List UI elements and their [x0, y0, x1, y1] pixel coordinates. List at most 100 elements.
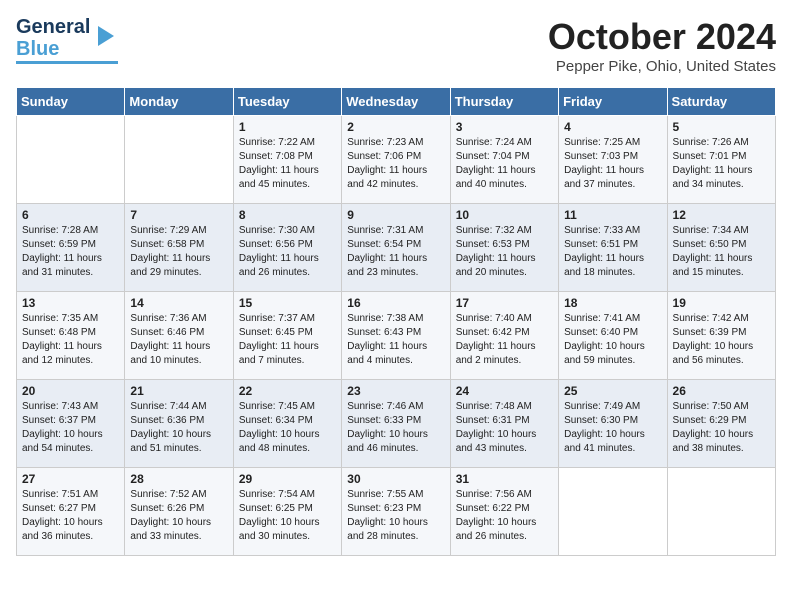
- calendar-cell: 8 Sunrise: 7:30 AM Sunset: 6:56 PM Daylig…: [233, 204, 341, 292]
- calendar-cell: 23 Sunrise: 7:46 AM Sunset: 6:33 PM Dayli…: [342, 380, 450, 468]
- day-number: 16: [347, 296, 444, 310]
- day-info: Sunrise: 7:23 AM Sunset: 7:06 PM Dayligh…: [347, 136, 444, 192]
- calendar-cell: 21 Sunrise: 7:44 AM Sunset: 6:36 PM Dayli…: [125, 380, 233, 468]
- calendar-cell: 24 Sunrise: 7:48 AM Sunset: 6:31 PM Dayli…: [450, 380, 558, 468]
- calendar-cell: 19Sunrise: 7:42 AM Sunset: 6:39 PM Dayli…: [667, 292, 775, 380]
- day-info: Sunrise: 7:43 AM Sunset: 6:37 PM Dayligh…: [22, 400, 119, 456]
- week-row-1: 1Sunrise: 7:22 AM Sunset: 7:08 PM Daylig…: [17, 116, 776, 204]
- day-info: Sunrise: 7:45 AM Sunset: 6:34 PM Dayligh…: [239, 400, 336, 456]
- day-number: 13: [22, 296, 119, 310]
- day-info: Sunrise: 7:49 AM Sunset: 6:30 PM Dayligh…: [564, 400, 661, 456]
- day-number: 12: [673, 208, 770, 222]
- calendar-cell: 17 Sunrise: 7:40 AM Sunset: 6:42 PM Dayli…: [450, 292, 558, 380]
- day-info: Sunrise: 7:34 AM Sunset: 6:50 PM Dayligh…: [673, 224, 770, 280]
- day-number: 3: [456, 120, 553, 134]
- calendar-cell: [17, 116, 125, 204]
- day-number: 29: [239, 472, 336, 486]
- calendar-cell: 26 Sunrise: 7:50 AM Sunset: 6:29 PM Dayli…: [667, 380, 775, 468]
- month-title: October 2024: [548, 16, 776, 58]
- day-header-monday: Monday: [125, 88, 233, 116]
- day-number: 6: [22, 208, 119, 222]
- day-info: Sunrise: 7:54 AM Sunset: 6:25 PM Dayligh…: [239, 488, 336, 544]
- day-info: Sunrise: 7:22 AM Sunset: 7:08 PM Dayligh…: [239, 136, 336, 192]
- calendar-cell: 18 Sunrise: 7:41 AM Sunset: 6:40 PM Dayli…: [559, 292, 667, 380]
- day-header-wednesday: Wednesday: [342, 88, 450, 116]
- calendar-cell: 5Sunrise: 7:26 AM Sunset: 7:01 PM Daylig…: [667, 116, 775, 204]
- calendar-cell: 6 Sunrise: 7:28 AM Sunset: 6:59 PM Daylig…: [17, 204, 125, 292]
- day-info: Sunrise: 7:38 AM Sunset: 6:43 PM Dayligh…: [347, 312, 444, 368]
- day-info: Sunrise: 7:52 AM Sunset: 6:26 PM Dayligh…: [130, 488, 227, 544]
- day-number: 25: [564, 384, 661, 398]
- calendar-cell: 15Sunrise: 7:37 AM Sunset: 6:45 PM Dayli…: [233, 292, 341, 380]
- day-info: Sunrise: 7:24 AM Sunset: 7:04 PM Dayligh…: [456, 136, 553, 192]
- day-number: 4: [564, 120, 661, 134]
- day-number: 8: [239, 208, 336, 222]
- day-info: Sunrise: 7:31 AM Sunset: 6:54 PM Dayligh…: [347, 224, 444, 280]
- day-number: 28: [130, 472, 227, 486]
- day-number: 26: [673, 384, 770, 398]
- day-info: Sunrise: 7:41 AM Sunset: 6:40 PM Dayligh…: [564, 312, 661, 368]
- day-info: Sunrise: 7:29 AM Sunset: 6:58 PM Dayligh…: [130, 224, 227, 280]
- calendar-cell: 11 Sunrise: 7:33 AM Sunset: 6:51 PM Dayli…: [559, 204, 667, 292]
- calendar-cell: 25 Sunrise: 7:49 AM Sunset: 6:30 PM Dayli…: [559, 380, 667, 468]
- calendar-cell: [667, 468, 775, 556]
- calendar-cell: 10 Sunrise: 7:32 AM Sunset: 6:53 PM Dayli…: [450, 204, 558, 292]
- day-info: Sunrise: 7:25 AM Sunset: 7:03 PM Dayligh…: [564, 136, 661, 192]
- day-number: 24: [456, 384, 553, 398]
- calendar-cell: 28 Sunrise: 7:52 AM Sunset: 6:26 PM Dayli…: [125, 468, 233, 556]
- day-info: Sunrise: 7:42 AM Sunset: 6:39 PM Dayligh…: [673, 312, 770, 368]
- calendar-cell: 7Sunrise: 7:29 AM Sunset: 6:58 PM Daylig…: [125, 204, 233, 292]
- day-info: Sunrise: 7:55 AM Sunset: 6:23 PM Dayligh…: [347, 488, 444, 544]
- calendar-cell: 13 Sunrise: 7:35 AM Sunset: 6:48 PM Dayli…: [17, 292, 125, 380]
- day-number: 14: [130, 296, 227, 310]
- day-header-sunday: Sunday: [17, 88, 125, 116]
- day-info: Sunrise: 7:40 AM Sunset: 6:42 PM Dayligh…: [456, 312, 553, 368]
- day-number: 10: [456, 208, 553, 222]
- day-info: Sunrise: 7:32 AM Sunset: 6:53 PM Dayligh…: [456, 224, 553, 280]
- calendar-cell: 4 Sunrise: 7:25 AM Sunset: 7:03 PM Daylig…: [559, 116, 667, 204]
- day-info: Sunrise: 7:46 AM Sunset: 6:33 PM Dayligh…: [347, 400, 444, 456]
- header-row: SundayMondayTuesdayWednesdayThursdayFrid…: [17, 88, 776, 116]
- day-number: 15: [239, 296, 336, 310]
- day-info: Sunrise: 7:44 AM Sunset: 6:36 PM Dayligh…: [130, 400, 227, 456]
- day-info: Sunrise: 7:28 AM Sunset: 6:59 PM Dayligh…: [22, 224, 119, 280]
- day-number: 20: [22, 384, 119, 398]
- calendar-cell: 22Sunrise: 7:45 AM Sunset: 6:34 PM Dayli…: [233, 380, 341, 468]
- calendar-cell: 30 Sunrise: 7:55 AM Sunset: 6:23 PM Dayli…: [342, 468, 450, 556]
- day-info: Sunrise: 7:51 AM Sunset: 6:27 PM Dayligh…: [22, 488, 119, 544]
- day-number: 21: [130, 384, 227, 398]
- day-number: 31: [456, 472, 553, 486]
- calendar-cell: 31 Sunrise: 7:56 AM Sunset: 6:22 PM Dayli…: [450, 468, 558, 556]
- calendar-cell: 12 Sunrise: 7:34 AM Sunset: 6:50 PM Dayli…: [667, 204, 775, 292]
- day-info: Sunrise: 7:48 AM Sunset: 6:31 PM Dayligh…: [456, 400, 553, 456]
- day-number: 11: [564, 208, 661, 222]
- calendar-cell: [559, 468, 667, 556]
- logo-text: General Blue: [16, 16, 90, 60]
- calendar-cell: 9Sunrise: 7:31 AM Sunset: 6:54 PM Daylig…: [342, 204, 450, 292]
- week-row-5: 27Sunrise: 7:51 AM Sunset: 6:27 PM Dayli…: [17, 468, 776, 556]
- calendar-cell: 27Sunrise: 7:51 AM Sunset: 6:27 PM Dayli…: [17, 468, 125, 556]
- day-number: 17: [456, 296, 553, 310]
- day-info: Sunrise: 7:33 AM Sunset: 6:51 PM Dayligh…: [564, 224, 661, 280]
- calendar-cell: 3 Sunrise: 7:24 AM Sunset: 7:04 PM Daylig…: [450, 116, 558, 204]
- calendar-cell: 14Sunrise: 7:36 AM Sunset: 6:46 PM Dayli…: [125, 292, 233, 380]
- week-row-3: 13 Sunrise: 7:35 AM Sunset: 6:48 PM Dayli…: [17, 292, 776, 380]
- calendar-cell: 2 Sunrise: 7:23 AM Sunset: 7:06 PM Daylig…: [342, 116, 450, 204]
- logo-icon: [94, 22, 118, 55]
- day-info: Sunrise: 7:30 AM Sunset: 6:56 PM Dayligh…: [239, 224, 336, 280]
- calendar-cell: [125, 116, 233, 204]
- day-header-thursday: Thursday: [450, 88, 558, 116]
- day-header-tuesday: Tuesday: [233, 88, 341, 116]
- logo-underline: [16, 61, 118, 64]
- day-number: 18: [564, 296, 661, 310]
- day-info: Sunrise: 7:26 AM Sunset: 7:01 PM Dayligh…: [673, 136, 770, 192]
- day-header-saturday: Saturday: [667, 88, 775, 116]
- week-row-4: 20 Sunrise: 7:43 AM Sunset: 6:37 PM Dayli…: [17, 380, 776, 468]
- day-number: 30: [347, 472, 444, 486]
- day-number: 2: [347, 120, 444, 134]
- day-info: Sunrise: 7:35 AM Sunset: 6:48 PM Dayligh…: [22, 312, 119, 368]
- day-info: Sunrise: 7:56 AM Sunset: 6:22 PM Dayligh…: [456, 488, 553, 544]
- title-area: October 2024 Pepper Pike, Ohio, United S…: [548, 16, 776, 75]
- day-number: 23: [347, 384, 444, 398]
- day-info: Sunrise: 7:50 AM Sunset: 6:29 PM Dayligh…: [673, 400, 770, 456]
